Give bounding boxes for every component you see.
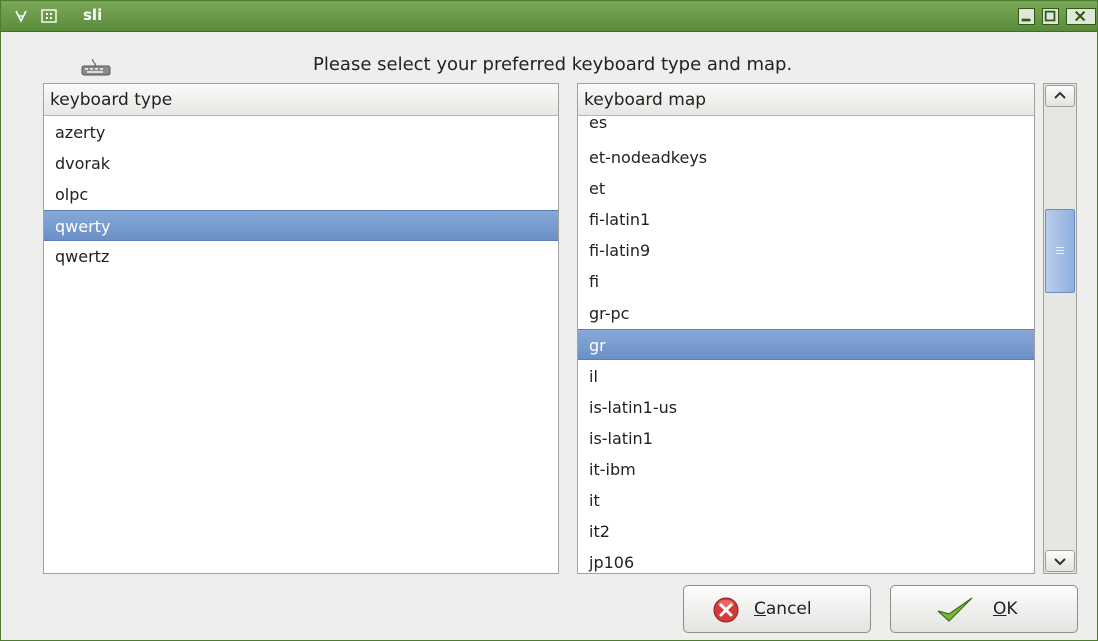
scroll-down-button[interactable] [1045,550,1075,572]
scroll-thumb[interactable] [1045,209,1075,293]
grip-icon [1056,247,1064,254]
keyboard-map-scrollbar[interactable] [1043,83,1077,574]
keyboard-type-header[interactable]: keyboard type [44,84,558,116]
maximize-icon [1044,10,1056,22]
window-title: sli [83,6,103,24]
list-item[interactable]: il [578,361,1034,392]
list-item-selected[interactable]: qwerty [44,210,558,241]
keyboard-icon [79,57,113,79]
list-item[interactable]: it-ibm [578,454,1034,485]
close-icon [1074,10,1086,22]
minimize-icon [1021,18,1031,22]
scroll-up-button[interactable] [1045,85,1075,107]
list-item[interactable]: es [578,112,1034,140]
cancel-label: Cancel [754,599,812,619]
instruction-text: Please select your preferred keyboard ty… [313,54,793,75]
list-item[interactable]: it2 [578,516,1034,547]
maximize-button[interactable] [1042,8,1059,25]
list-item-selected[interactable]: gr [578,329,1034,360]
keyboard-map-list[interactable]: keyboard map es et-nodeadkeys et fi-lati… [577,83,1035,574]
list-item[interactable]: azerty [44,117,558,148]
list-item[interactable]: dvorak [44,148,558,179]
cancel-button[interactable]: Cancel [683,585,871,633]
cancel-icon [712,596,740,628]
ok-label: OK [993,599,1018,619]
list-item[interactable]: qwertz [44,241,558,272]
scroll-up-icon [1054,91,1066,99]
title-bar[interactable]: sli [1,1,1097,32]
list-item[interactable]: fi-latin9 [578,235,1034,266]
window-menu-icon[interactable] [41,8,57,24]
minimize-button[interactable] [1018,8,1035,25]
list-item[interactable]: fi-latin1 [578,204,1034,235]
dialog-window: sli Please select your preferred keyboar… [0,0,1098,641]
list-item[interactable]: it [578,485,1034,516]
list-item[interactable]: is-latin1 [578,423,1034,454]
list-item[interactable]: is-latin1-us [578,392,1034,423]
list-item[interactable]: olpc [44,179,558,210]
checkmark-icon [935,596,975,628]
list-item[interactable]: fi [578,266,1034,297]
scroll-down-icon [1054,558,1066,566]
list-item[interactable]: et [578,173,1034,204]
list-item[interactable]: gr-pc [578,298,1034,329]
keyboard-type-list[interactable]: keyboard type azerty dvorak olpc qwerty … [43,83,559,574]
list-item[interactable]: jp106 [578,547,1034,573]
ok-button[interactable]: OK [890,585,1078,633]
list-item[interactable]: et-nodeadkeys [578,142,1034,173]
close-button[interactable] [1066,8,1096,25]
sli-logo-icon[interactable] [13,8,29,24]
